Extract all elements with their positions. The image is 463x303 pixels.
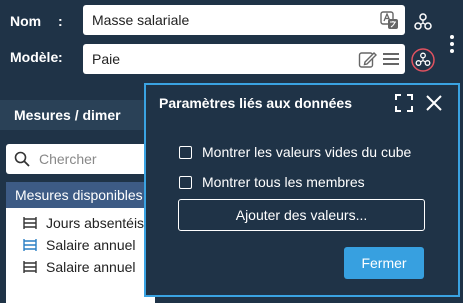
dialog-title: Paramètres liés aux données	[159, 95, 352, 111]
add-values-button[interactable]: Ajouter des valeurs...	[178, 199, 425, 231]
measures-list: Mesures disponibles Jours absentéis Sala…	[6, 182, 155, 303]
model-row: Modèle : Paie	[0, 40, 463, 76]
search-placeholder: Chercher	[39, 151, 97, 167]
model-colon: :	[58, 49, 63, 65]
all-members-label: Montrer tous les membres	[202, 174, 365, 190]
list-item[interactable]: Salaire annuel	[6, 234, 155, 256]
measures-panel: Mesures / dimer Chercher Mesures disponi…	[0, 100, 155, 303]
name-label: Nom	[10, 13, 42, 29]
measure-icon	[23, 260, 37, 277]
name-row: Nom : Masse salariale	[0, 4, 463, 40]
measure-icon	[23, 216, 37, 233]
list-item-available-measures[interactable]: Mesures disponibles	[6, 182, 155, 208]
measures-panel-title: Mesures / dimer	[14, 107, 121, 123]
measure-icon	[23, 238, 37, 255]
search-input[interactable]: Chercher	[6, 144, 155, 174]
model-field[interactable]: Paie	[83, 44, 405, 74]
name-value: Masse salariale	[92, 12, 190, 28]
dimensions-settings-icon[interactable]	[411, 48, 435, 72]
empty-values-checkbox[interactable]	[179, 146, 192, 159]
data-settings-dialog: Paramètres liés aux données Montrer les …	[144, 83, 460, 297]
list-item[interactable]: Salaire annuel	[6, 256, 155, 278]
dimensions-icon[interactable]	[412, 12, 434, 32]
model-value: Paie	[92, 51, 121, 67]
edit-icon[interactable]	[357, 49, 377, 69]
search-icon	[14, 151, 30, 167]
model-label: Modèle	[10, 49, 59, 65]
fullscreen-icon[interactable]	[394, 93, 414, 113]
list-item[interactable]: Jours absentéis	[6, 212, 155, 234]
more-options-icon[interactable]	[448, 35, 456, 55]
empty-values-label: Montrer les valeurs vides du cube	[202, 144, 412, 160]
name-colon: :	[58, 13, 63, 29]
close-icon[interactable]	[424, 93, 444, 113]
translate-icon[interactable]	[379, 10, 399, 30]
list-icon[interactable]	[381, 50, 401, 68]
name-field[interactable]: Masse salariale	[83, 5, 405, 35]
measures-panel-header: Mesures / dimer	[0, 100, 155, 130]
all-members-checkbox[interactable]	[179, 176, 192, 189]
close-button[interactable]: Fermer	[344, 247, 424, 279]
